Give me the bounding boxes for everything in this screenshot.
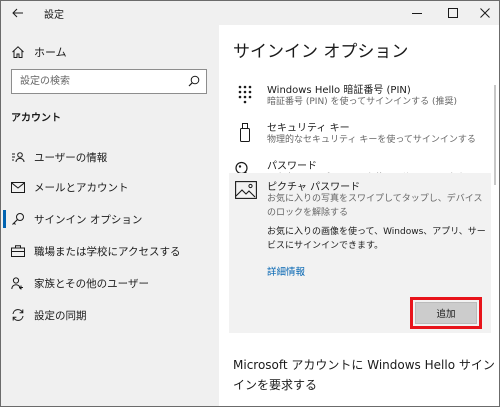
option-pin[interactable]: Windows Hello 暗証番号 (PIN) 暗証番号 (PIN) を使って… xyxy=(233,81,495,111)
section-title: アカウント xyxy=(11,113,61,124)
settings-window: 設定 ホーム アカウント ユーザーの情報 xyxy=(0,0,500,407)
sidebar-item-label: ユーザーの情報 xyxy=(34,152,108,164)
home-icon xyxy=(12,46,24,58)
search-box xyxy=(11,69,207,94)
search-icon[interactable] xyxy=(188,75,200,87)
close-button[interactable] xyxy=(469,1,499,25)
sidebar: ホーム アカウント ユーザーの情報 メールとアカウント サインイン オプション xyxy=(1,25,219,406)
main-content: サインイン オプション Windows Hello 暗証番号 (PIN) 暗証番… xyxy=(219,25,499,406)
minimize-icon xyxy=(412,13,422,14)
sidebar-home[interactable]: ホーム xyxy=(11,42,67,62)
sidebar-item-label: 設定の同期 xyxy=(34,310,87,322)
add-button-highlight: 追加 xyxy=(410,297,482,329)
maximize-icon xyxy=(448,8,458,18)
option-description: 暗証番号 (PIN) を使ってサインインする (推奨) xyxy=(267,97,457,107)
title-bar: 設定 xyxy=(1,1,499,25)
family-icon xyxy=(11,276,25,290)
learn-more-link[interactable]: 詳細情報 xyxy=(267,264,305,278)
user-info-icon xyxy=(11,150,25,164)
window-title: 設定 xyxy=(44,10,64,21)
picture-password-detail: お気に入りの画像を使って、Windows、アプリ、サービスにサインインできます。 xyxy=(267,227,486,251)
maximize-button[interactable] xyxy=(437,1,469,25)
page-title: サインイン オプション xyxy=(233,42,409,62)
option-security-key[interactable]: セキュリティ キー 物理的なセキュリティ キーを使ってサインインする xyxy=(233,119,495,149)
windows-hello-heading: Microsoft アカウントに Windows Hello サインインを要求す… xyxy=(233,358,495,392)
sidebar-item-family[interactable]: 家族とその他のユーザー xyxy=(1,269,219,297)
sidebar-item-sync[interactable]: 設定の同期 xyxy=(1,301,219,329)
sidebar-item-user-info[interactable]: ユーザーの情報 xyxy=(1,143,219,171)
search-input[interactable] xyxy=(12,70,182,93)
sidebar-item-label: サインイン オプション xyxy=(34,214,143,226)
picture-password-description: お気に入りの写真をスワイプしてタップし、デバイスのロックを解除する xyxy=(267,194,483,218)
picture-password-panel[interactable]: ピクチャ パスワード お気に入りの写真をスワイプしてタップし、デバイスのロックを… xyxy=(229,173,491,333)
usb-key-icon xyxy=(233,119,257,147)
close-icon xyxy=(480,8,490,18)
add-button[interactable]: 追加 xyxy=(415,302,477,324)
back-button[interactable] xyxy=(5,1,31,25)
sidebar-item-sign-in-options[interactable]: サインイン オプション xyxy=(1,205,219,233)
sync-icon xyxy=(11,308,25,322)
back-arrow-icon xyxy=(12,8,23,18)
sidebar-item-label: メールとアカウント xyxy=(34,182,129,194)
picture-password-title: ピクチャ パスワード xyxy=(267,182,361,193)
pin-keypad-icon xyxy=(233,81,257,109)
sidebar-item-work-school[interactable]: 職場または学校にアクセスする xyxy=(1,237,219,265)
picture-icon xyxy=(235,181,259,201)
sidebar-item-label: 家族とその他のユーザー xyxy=(34,278,149,290)
briefcase-icon xyxy=(11,244,25,258)
sidebar-item-label: 職場または学校にアクセスする xyxy=(34,246,181,258)
minimize-button[interactable] xyxy=(401,1,433,25)
sidebar-item-mail[interactable]: メールとアカウント xyxy=(1,173,219,201)
option-description: 物理的なセキュリティ キーを使ってサインインする xyxy=(267,135,476,145)
mail-icon xyxy=(11,180,25,194)
key-icon xyxy=(11,212,25,226)
home-label: ホーム xyxy=(34,46,67,59)
active-indicator xyxy=(3,210,6,228)
